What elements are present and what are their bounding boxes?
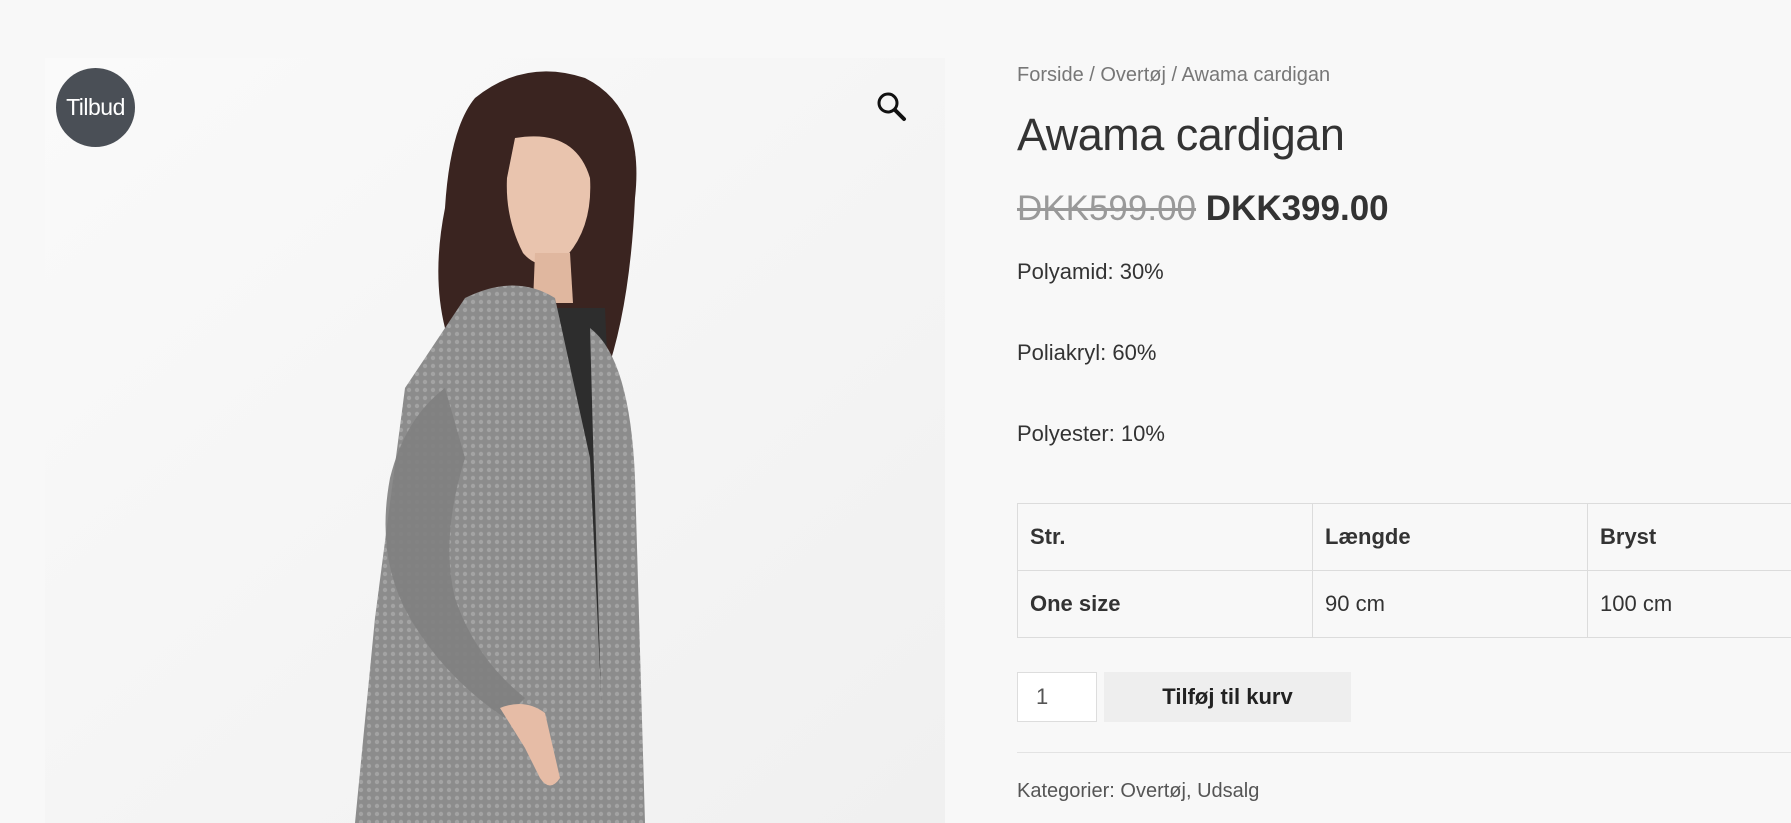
description-line: Polyamid: 30% [1017,259,1164,284]
table-header: Str. [1017,503,1313,571]
category-separator: , [1185,780,1198,802]
add-to-cart-form: Tilføj til kurv [1017,672,1351,722]
product-title: Awama cardigan [1017,109,1345,160]
product-image[interactable] [45,58,945,823]
product-description: Polyamid: 30% Poliakryl: 60% Polyester: … [1017,259,1791,447]
quantity-input[interactable] [1017,672,1097,722]
sale-price: DKK399.00 [1205,189,1389,228]
breadcrumb-separator: / [1083,64,1101,86]
product-gallery: Tilbud [45,58,945,823]
breadcrumb: Forside / Overtøj / Awama cardigan [1017,64,1791,87]
breadcrumb-category[interactable]: Overtøj [1100,64,1166,86]
product-categories: Kategorier: Overtøj, Udsalg [1017,780,1259,803]
sale-badge: Tilbud [56,68,135,147]
table-row: One size 90 cm 100 cm [1017,570,1791,638]
table-header: Bryst [1587,503,1791,571]
original-price: DKK599.00 [1017,189,1197,228]
breadcrumb-current: Awama cardigan [1181,64,1331,86]
description-line: Polyester: 10% [1017,421,1165,446]
breadcrumb-home[interactable]: Forside [1017,64,1084,86]
table-cell: One size [1017,570,1313,638]
description-line: Poliakryl: 60% [1017,340,1157,365]
category-link-udsalg[interactable]: Udsalg [1197,780,1259,802]
magnifier-icon[interactable] [875,90,907,122]
product-summary: Forside / Overtøj / Awama cardigan Awama… [1017,58,1791,802]
price: DKK599.00 DKK399.00 [1017,189,1791,229]
category-link-overtoj[interactable]: Overtøj [1120,780,1186,802]
categories-label: Kategorier: [1017,780,1121,802]
table-header: Længde [1312,503,1588,571]
table-header-row: Str. Længde Bryst [1017,503,1791,571]
divider [1017,752,1791,753]
table-cell: 100 cm [1587,570,1791,638]
table-cell: 90 cm [1312,570,1588,638]
add-to-cart-button[interactable]: Tilføj til kurv [1104,672,1351,722]
breadcrumb-separator: / [1165,64,1182,86]
size-table: Str. Længde Bryst One size 90 cm 100 cm [1017,503,1791,638]
